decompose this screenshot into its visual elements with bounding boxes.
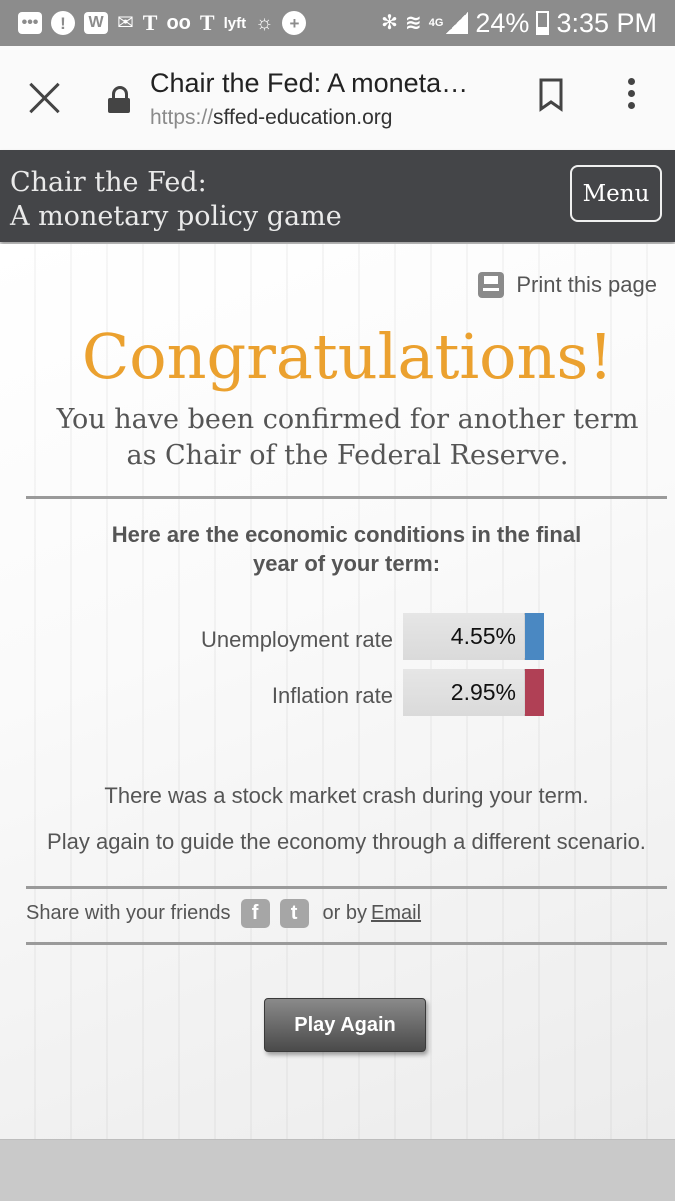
or-by-label: or by	[322, 902, 368, 924]
clock: 3:35 PM	[556, 7, 657, 38]
status-bar: ••• ! W ✉ T oo T lyft ☼ + ✻ ≋ 4G 24% 3:3…	[0, 0, 675, 46]
inflation-value: 2.95%	[403, 669, 524, 716]
plus-icon: +	[282, 11, 307, 35]
printer-icon	[478, 272, 505, 298]
site-title[interactable]: Chair the Fed: A monetary policy game	[10, 166, 342, 234]
inflation-label: Inflation rate	[271, 683, 393, 708]
battery-percent: 24%	[475, 7, 530, 38]
lock-icon[interactable]	[108, 86, 130, 113]
battery-icon	[536, 11, 550, 35]
voicemail-icon: oo	[166, 12, 191, 34]
email-link[interactable]: Email	[371, 902, 421, 925]
conditions-line2: year of your term:	[252, 551, 441, 576]
play-again-message: Play again to guide the economy through …	[47, 829, 646, 854]
divider	[26, 496, 667, 499]
unemployment-value: 4.55%	[403, 613, 524, 660]
url-scheme: https://	[150, 106, 214, 129]
confirmation-message: You have been confirmed for another term…	[20, 402, 675, 474]
divider	[26, 886, 667, 889]
unemployment-value-box: 4.55%	[403, 613, 544, 660]
congratulations-heading: Congratulations!	[81, 320, 614, 393]
confirmation-line2: as Chair of the Federal Reserve.	[126, 440, 569, 471]
twitter-icon[interactable]: t	[279, 899, 309, 928]
more-icon: •••	[18, 12, 42, 34]
bluetooth-icon: ✻	[381, 12, 398, 34]
conditions-line1: Here are the economic conditions in the …	[111, 522, 582, 547]
conditions-heading: Here are the economic conditions in the …	[0, 520, 675, 578]
page-title: Chair the Fed: A moneta…	[150, 68, 469, 98]
confirmation-line1: You have been confirmed for another term	[56, 404, 639, 435]
notification-icons: ••• ! W ✉ T oo T lyft ☼ +	[18, 8, 307, 38]
lyft-icon: lyft	[223, 14, 247, 32]
site-header: Chair the Fed: A monetary policy game Me…	[0, 150, 675, 242]
unemployment-label: Unemployment rate	[201, 627, 393, 652]
bookmark-icon[interactable]	[538, 78, 564, 112]
inflation-value-box: 2.95%	[403, 669, 544, 716]
alert-icon: !	[51, 11, 75, 35]
nyt-icon: T	[199, 10, 215, 35]
print-label: Print this page	[516, 272, 657, 297]
system-status: ✻ ≋ 4G 24% 3:35 PM	[381, 6, 657, 40]
close-icon[interactable]	[26, 80, 64, 118]
site-title-line1: Chair the Fed:	[10, 167, 207, 198]
print-page-link[interactable]: Print this page	[478, 272, 657, 298]
share-label: Share with your friends	[26, 902, 231, 924]
location-icon: ☼	[255, 12, 274, 34]
menu-button[interactable]: Menu	[570, 165, 662, 222]
page-url: https://sffed-education.org	[150, 106, 392, 130]
url-host: sffed-education.org	[213, 106, 393, 129]
network-type: 4G	[428, 17, 444, 29]
play-again-button[interactable]: Play Again	[264, 998, 426, 1052]
inflation-indicator	[525, 669, 544, 716]
footer-band	[0, 1139, 675, 1201]
wifi-icon: ≋	[404, 12, 422, 34]
divider	[26, 942, 667, 945]
unemployment-indicator	[525, 613, 544, 660]
facebook-icon[interactable]: f	[240, 899, 270, 928]
site-title-line2: A monetary policy game	[10, 201, 342, 232]
w-app-icon: W	[84, 12, 108, 34]
main-content: Print this page Congratulations! You hav…	[0, 244, 675, 1139]
mail-icon: ✉	[117, 12, 134, 34]
signal-icon	[446, 12, 469, 34]
nyt-icon: T	[142, 10, 158, 35]
share-row: Share with your friends f t or by Email	[26, 899, 421, 928]
browser-toolbar: Chair the Fed: A moneta… https://sffed-e…	[0, 46, 675, 151]
more-options-icon[interactable]	[620, 78, 642, 114]
event-message: There was a stock market crash during yo…	[104, 783, 589, 808]
